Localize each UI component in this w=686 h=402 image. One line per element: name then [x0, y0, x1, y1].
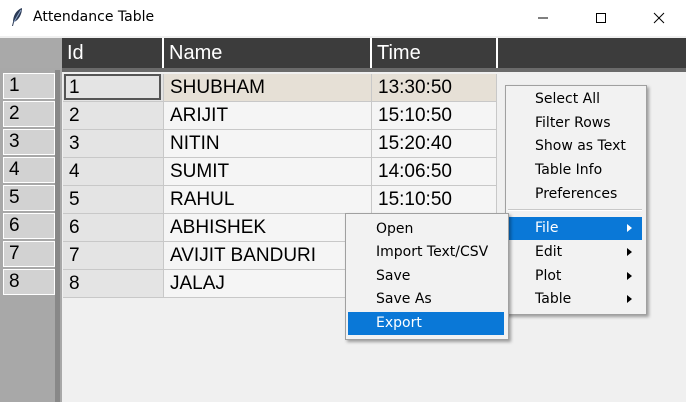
submenu-arrow-icon	[627, 295, 632, 303]
row-header-shadow	[55, 70, 60, 402]
feather-icon	[12, 8, 22, 26]
maximize-icon	[596, 13, 606, 23]
row-header[interactable]: 2	[3, 101, 55, 127]
menu-separator	[508, 209, 642, 211]
cell-name[interactable]: SHUBHAM	[164, 74, 372, 102]
cell-focus-outline	[64, 74, 161, 100]
cell-name[interactable]: SUMIT	[164, 158, 372, 186]
menu-item-edit[interactable]: Edit	[508, 241, 642, 264]
menu-item-label: Export	[376, 315, 422, 331]
file-submenu: Open Import Text/CSV Save Save As Export	[345, 213, 509, 340]
cell-id[interactable]: 2	[63, 102, 164, 130]
close-button[interactable]	[636, 0, 682, 36]
cell-id[interactable]: 8	[63, 270, 164, 298]
menu-item-file[interactable]: File	[508, 217, 642, 240]
menu-item-label: Show as Text	[535, 138, 626, 154]
row-header[interactable]: 4	[3, 157, 55, 183]
menu-item-plot[interactable]: Plot	[508, 265, 642, 288]
cell-id[interactable]: 7	[63, 242, 164, 270]
cell-time[interactable]: 15:10:50	[372, 102, 497, 130]
menu-item-import-csv[interactable]: Import Text/CSV	[348, 241, 504, 264]
minimize-icon	[538, 17, 548, 19]
cell-time[interactable]: 15:20:40	[372, 130, 497, 158]
cell-time[interactable]: 14:06:50	[372, 158, 497, 186]
row-header[interactable]: 7	[3, 241, 55, 267]
title-bar: Attendance Table	[0, 0, 686, 36]
cell-name[interactable]: RAHUL	[164, 186, 372, 214]
menu-item-label: Table Info	[535, 162, 603, 178]
menu-item-save-as[interactable]: Save As	[348, 288, 504, 311]
menu-item-save[interactable]: Save	[348, 265, 504, 288]
submenu-arrow-icon	[627, 248, 632, 256]
menu-item-label: Table	[535, 291, 572, 307]
submenu-arrow-icon	[627, 272, 632, 280]
menu-item-table[interactable]: Table	[508, 288, 642, 311]
menu-item-show-as-text[interactable]: Show as Text	[508, 135, 642, 158]
menu-item-label: Import Text/CSV	[376, 244, 489, 260]
minimize-button[interactable]	[520, 0, 566, 36]
column-header-name[interactable]: Name	[164, 38, 372, 68]
submenu-arrow-icon	[627, 224, 632, 232]
menu-item-table-info[interactable]: Table Info	[508, 159, 642, 182]
context-menu: Select All Filter Rows Show as Text Tabl…	[505, 85, 647, 315]
cell-id[interactable]: 3	[63, 130, 164, 158]
menu-item-label: Open	[376, 221, 414, 237]
menu-item-open[interactable]: Open	[348, 218, 504, 241]
maximize-button[interactable]	[578, 0, 624, 36]
menu-item-label: Select All	[535, 91, 600, 107]
cell-id[interactable]: 4	[63, 158, 164, 186]
window-title: Attendance Table	[33, 9, 155, 25]
cell-name[interactable]: JALAJ	[164, 270, 372, 298]
menu-item-label: Save	[376, 268, 411, 284]
cell-id[interactable]: 5	[63, 186, 164, 214]
row-header[interactable]: 3	[3, 129, 55, 155]
menu-item-label: Filter Rows	[535, 115, 611, 131]
menu-item-label: File	[535, 220, 559, 236]
menu-item-label: Save As	[376, 291, 432, 307]
cell-time[interactable]: 13:30:50	[372, 74, 497, 102]
column-header-id[interactable]: Id	[62, 38, 164, 68]
table-corner[interactable]	[0, 38, 62, 68]
cell-name[interactable]: ARIJIT	[164, 102, 372, 130]
row-header[interactable]: 5	[3, 185, 55, 211]
menu-item-label: Preferences	[535, 186, 618, 202]
cell-id[interactable]: 6	[63, 214, 164, 242]
row-header[interactable]: 1	[3, 73, 55, 99]
menu-item-select-all[interactable]: Select All	[508, 88, 642, 111]
cell-name[interactable]: ABHISHEK	[164, 214, 372, 242]
column-header-time[interactable]: Time	[372, 38, 498, 68]
close-icon	[653, 12, 665, 24]
cell-name[interactable]: AVIJIT BANDURI	[164, 242, 372, 270]
cell-time[interactable]: 15:10:50	[372, 186, 497, 214]
row-header[interactable]: 8	[3, 269, 55, 295]
menu-item-label: Plot	[535, 268, 562, 284]
menu-item-export[interactable]: Export	[348, 312, 504, 335]
menu-item-preferences[interactable]: Preferences	[508, 183, 642, 206]
menu-item-label: Edit	[535, 244, 563, 260]
cell-name[interactable]: NITIN	[164, 130, 372, 158]
row-header[interactable]: 6	[3, 213, 55, 239]
menu-item-filter-rows[interactable]: Filter Rows	[508, 112, 642, 135]
